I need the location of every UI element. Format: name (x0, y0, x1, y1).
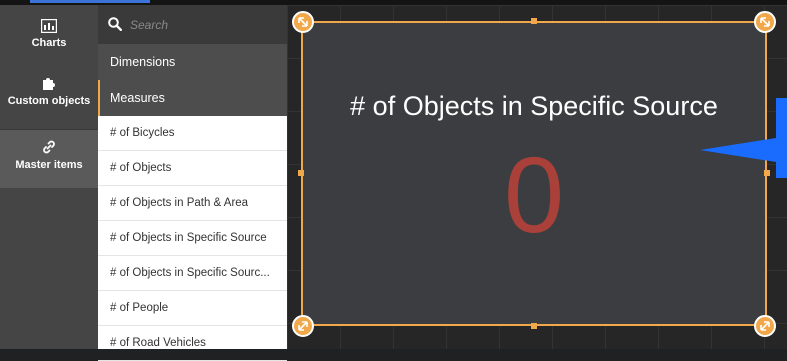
search-bar (98, 5, 287, 44)
rail-label-custom-objects: Custom objects (7, 95, 91, 107)
list-item[interactable]: # of Objects in Specific Sourc... (98, 256, 287, 291)
resize-handle-left[interactable] (298, 170, 304, 176)
measures-header[interactable]: Measures (98, 80, 287, 116)
measures-label: Measures (110, 91, 165, 105)
resize-corner-bottom-right[interactable] (754, 315, 776, 337)
measures-list: # of Bicycles # of Objects # of Objects … (98, 116, 287, 361)
rail-item-charts[interactable]: Charts (0, 19, 98, 49)
list-item[interactable]: # of Objects in Path & Area (98, 186, 287, 221)
list-item[interactable]: # of Road Vehicles (98, 326, 287, 361)
resize-handle-bottom[interactable] (531, 323, 537, 329)
list-item[interactable]: # of Objects in Specific Source (98, 221, 287, 256)
resize-arrow-icon (298, 17, 308, 27)
resize-handle-right[interactable] (764, 170, 770, 176)
active-tab-indicator (30, 0, 150, 3)
rail-item-master-items[interactable]: Master items (0, 130, 98, 188)
resize-corner-top-left[interactable] (292, 11, 314, 33)
list-item[interactable]: # of Objects (98, 151, 287, 186)
resize-arrow-icon (760, 17, 770, 27)
search-icon (108, 17, 122, 31)
search-input[interactable] (128, 15, 282, 35)
kpi-title: # of Objects in Specific Source (350, 91, 718, 121)
bar-chart-icon (41, 19, 57, 33)
resize-arrow-icon (760, 321, 770, 331)
resize-arrow-icon (298, 321, 308, 331)
list-item[interactable]: # of Bicycles (98, 116, 287, 151)
list-item[interactable]: # of People (98, 291, 287, 326)
dimensions-header[interactable]: Dimensions (98, 44, 287, 80)
master-items-panel: Dimensions Measures # of Bicycles # of O… (98, 5, 287, 361)
resize-corner-bottom-left[interactable] (292, 315, 314, 337)
link-icon (43, 140, 55, 154)
resize-handle-top[interactable] (531, 18, 537, 24)
asset-rail: Charts Custom objects Master items (0, 5, 98, 349)
rail-label-master-items: Master items (15, 159, 83, 171)
dimensions-label: Dimensions (110, 55, 176, 69)
rail-item-custom-objects[interactable]: Custom objects (0, 75, 98, 107)
kpi-object[interactable]: # of Objects in Specific Source 0 (301, 21, 767, 326)
kpi-value: 0 (503, 134, 565, 255)
puzzle-icon (43, 78, 55, 90)
resize-corner-top-right[interactable] (754, 11, 776, 33)
drag-indicator-shape (700, 98, 787, 178)
rail-label-charts: Charts (31, 37, 67, 49)
